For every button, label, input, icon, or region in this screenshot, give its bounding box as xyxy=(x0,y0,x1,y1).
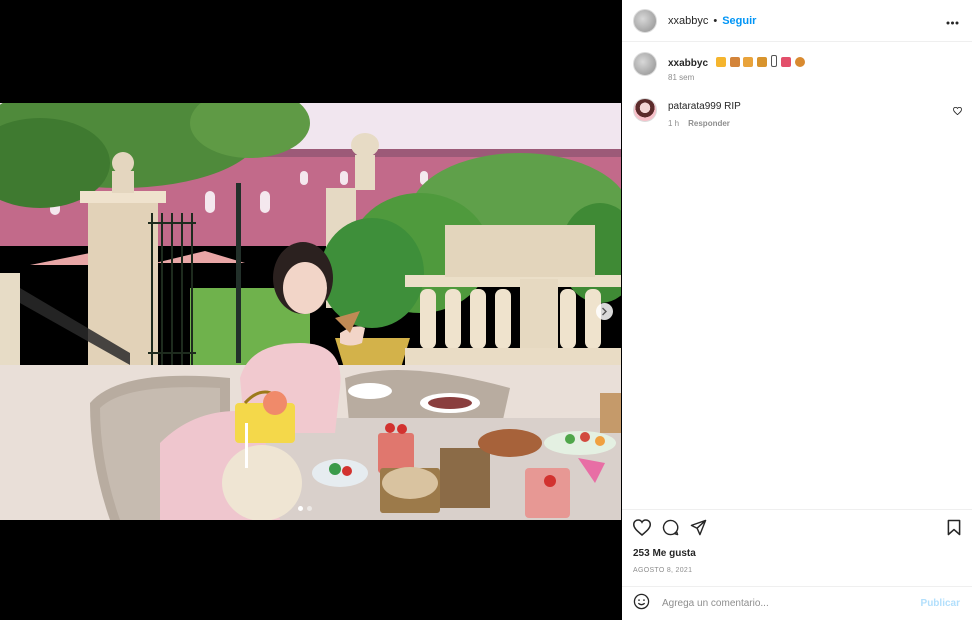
post-photo[interactable] xyxy=(0,103,621,520)
post-details-panel: xxabbyc • Seguir xxabbyc 81 sem patarata… xyxy=(622,0,972,620)
author-username[interactable]: xxabbyc xyxy=(668,15,708,27)
like-button[interactable] xyxy=(632,519,652,541)
comment-text: patarata999 RIP xyxy=(668,101,741,112)
more-options-button[interactable] xyxy=(946,12,959,30)
comment-meta: 1 h Responder xyxy=(668,119,730,128)
comment-author[interactable]: patarata999 xyxy=(668,101,721,112)
caption-author-avatar[interactable] xyxy=(633,52,657,76)
header-separator: • xyxy=(713,14,718,27)
emoji-picker-button[interactable] xyxy=(633,593,650,615)
caption-item: xxabbyc 81 sem xyxy=(633,52,972,92)
bread-icon xyxy=(715,57,726,67)
publish-button[interactable]: Publicar xyxy=(921,598,960,609)
next-photo-button[interactable] xyxy=(596,303,613,320)
comment-time[interactable]: 1 h xyxy=(668,119,679,128)
carousel-dot-active xyxy=(298,506,303,511)
carousel-dot xyxy=(307,506,312,511)
comment-item: patarata999 RIP 1 h Responder xyxy=(633,98,972,138)
cupcake-icon xyxy=(780,57,791,67)
cookie-icon xyxy=(794,57,805,67)
comment-button[interactable] xyxy=(662,519,679,541)
caption-author[interactable]: xxabbyc xyxy=(668,58,708,69)
caption-text: xxabbyc xyxy=(668,55,805,69)
comment-input[interactable] xyxy=(660,597,904,610)
smiley-icon xyxy=(633,593,650,609)
breakfast-terrace-photo xyxy=(0,103,621,520)
heart-icon xyxy=(632,519,652,536)
media-pane xyxy=(0,0,622,620)
more-horizontal-icon xyxy=(946,21,959,25)
chevron-right-icon xyxy=(602,307,607,316)
comment-bubble-icon xyxy=(662,519,679,536)
comment-body: RIP xyxy=(724,101,741,112)
commenter-avatar[interactable] xyxy=(633,98,657,122)
save-button[interactable] xyxy=(947,519,961,541)
curry-puff-icon xyxy=(757,57,768,67)
post-actions: 253 Me gusta AGOSTO 8, 2021 xyxy=(622,509,972,588)
carousel-indicator xyxy=(298,506,312,511)
heart-icon xyxy=(953,106,962,116)
add-comment-bar: Publicar xyxy=(622,586,972,620)
share-button[interactable] xyxy=(690,519,707,541)
comment-like-button[interactable] xyxy=(953,102,962,120)
author-avatar[interactable] xyxy=(633,8,657,33)
follow-button[interactable]: Seguir xyxy=(722,15,756,27)
caption-emojis xyxy=(715,55,805,69)
comments-list: xxabbyc 81 sem patarata999 RIP 1 h Respo… xyxy=(622,42,972,508)
like-count[interactable]: 253 Me gusta xyxy=(633,548,696,559)
bookmark-icon xyxy=(947,519,961,536)
reply-button[interactable]: Responder xyxy=(688,119,730,128)
caption-time[interactable]: 81 sem xyxy=(668,73,694,82)
caption-meta: 81 sem xyxy=(668,73,694,82)
croissant-icon xyxy=(743,57,754,67)
post-header: xxabbyc • Seguir xyxy=(622,0,972,42)
paper-plane-icon xyxy=(690,519,707,536)
cookie-icon xyxy=(729,57,740,67)
post-date: AGOSTO 8, 2021 xyxy=(633,567,693,574)
action-icons xyxy=(632,519,707,541)
unknown-glyph-icon xyxy=(770,55,777,67)
